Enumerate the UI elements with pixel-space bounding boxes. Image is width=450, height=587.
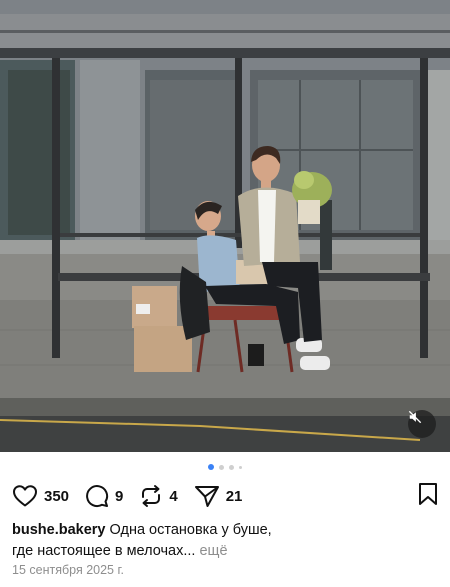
send-paper-plane-icon — [194, 486, 219, 507]
carousel-dot-active — [208, 464, 214, 470]
comment-bubble-icon — [86, 485, 109, 508]
share-button[interactable]: 21 — [194, 484, 243, 508]
carousel-dot — [239, 465, 242, 469]
repost-button[interactable]: 4 — [139, 484, 178, 508]
like-button[interactable]: 350 — [12, 484, 69, 508]
username-link[interactable]: bushe.bakery — [12, 522, 106, 538]
like-count[interactable]: 350 — [44, 488, 69, 505]
caption-line: где настоящее в мелочах... ещё — [12, 541, 438, 562]
heart-icon — [13, 485, 37, 507]
carousel-indicator — [0, 464, 450, 470]
caption-line: bushe.bakery Одна остановка у буше, — [12, 520, 438, 541]
instagram-post: 350 9 4 21 bushe.bakery Одна остановка у… — [0, 0, 450, 587]
comment-button[interactable]: 9 — [85, 484, 123, 508]
comment-count[interactable]: 9 — [115, 488, 123, 505]
mute-button[interactable] — [408, 410, 436, 438]
carousel-dot — [219, 464, 224, 470]
carousel-dot — [229, 464, 234, 470]
repost-count[interactable]: 4 — [169, 488, 177, 505]
post-date: 15 сентября 2025 г. — [12, 563, 124, 577]
post-photo[interactable] — [0, 0, 450, 452]
caption-text: где настоящее в мелочах... — [12, 543, 196, 559]
post-caption: bushe.bakery Одна остановка у буше, где … — [12, 520, 438, 562]
action-bar: 350 9 4 21 — [12, 482, 438, 510]
bookmark-icon — [419, 482, 437, 505]
speaker-muted-icon — [408, 410, 422, 424]
repost-arrows-icon — [142, 485, 161, 507]
save-button[interactable] — [418, 482, 438, 511]
caption-text: Одна остановка у буше, — [109, 522, 272, 538]
share-count[interactable]: 21 — [226, 488, 243, 505]
bus-stop-scene-illustration — [0, 0, 450, 452]
more-link[interactable]: ещё — [199, 543, 227, 559]
